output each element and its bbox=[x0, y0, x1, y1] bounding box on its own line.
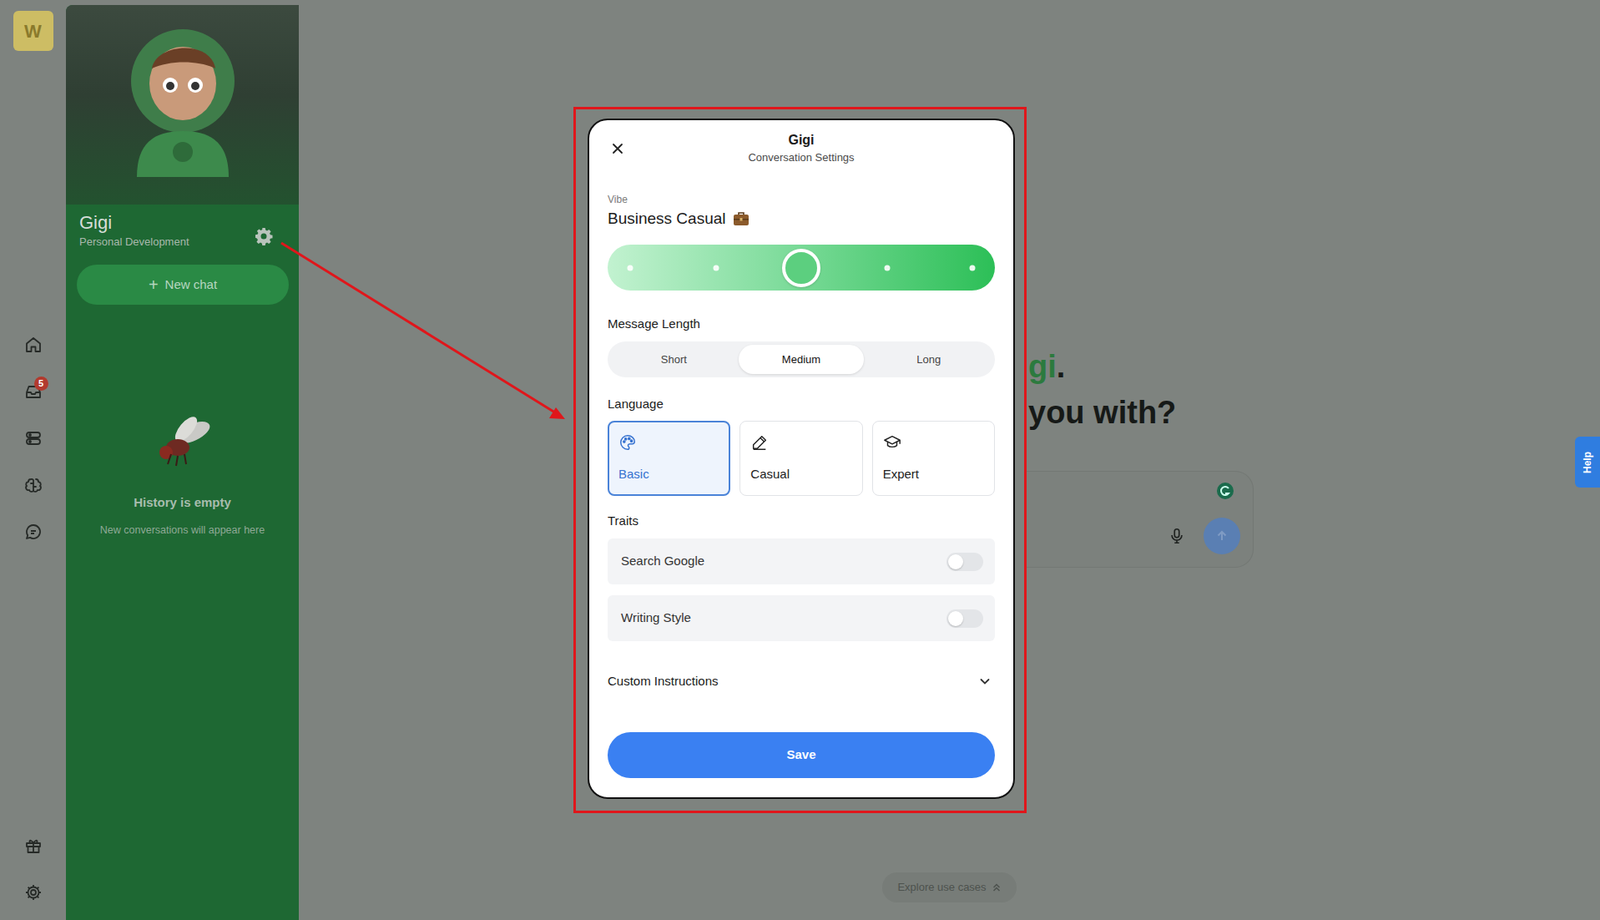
length-option[interactable]: Long bbox=[865, 344, 992, 374]
conversation-settings-dialog: Gigi Conversation Settings Vibe Business… bbox=[587, 118, 1015, 799]
assistant-sidebar: Gigi Personal Development + New chat His… bbox=[65, 5, 299, 920]
assistant-name: Gigi bbox=[79, 211, 190, 235]
trait-row: Writing Style bbox=[607, 595, 995, 642]
language-label: Language bbox=[607, 395, 995, 413]
switch-knob bbox=[948, 610, 964, 626]
vibe-value: Business Casual bbox=[607, 208, 995, 229]
inbox-badge: 5 bbox=[34, 376, 49, 391]
switch-knob bbox=[948, 554, 964, 570]
highlight-frame: Gigi Conversation Settings Vibe Business… bbox=[573, 106, 1027, 813]
home-icon[interactable] bbox=[16, 328, 51, 362]
new-chat-button[interactable]: + New chat bbox=[76, 264, 289, 305]
settings-gear-icon[interactable] bbox=[253, 226, 274, 247]
app-rail: W 5 bbox=[0, 0, 66, 920]
inbox-icon[interactable]: 5 bbox=[16, 374, 51, 409]
language-option-label: Expert bbox=[883, 465, 986, 483]
language-option[interactable]: Basic bbox=[607, 420, 731, 496]
language-option[interactable]: Expert bbox=[872, 420, 995, 496]
dialog-subtitle: Conversation Settings bbox=[641, 150, 962, 166]
save-button[interactable]: Save bbox=[607, 731, 995, 778]
language-selector: Basic Casual Expert bbox=[607, 420, 995, 496]
slider-stop bbox=[883, 264, 890, 271]
slider-thumb[interactable] bbox=[782, 248, 821, 288]
length-option[interactable]: Short bbox=[610, 344, 737, 374]
settings-gear-icon[interactable] bbox=[16, 875, 51, 909]
microphone-icon[interactable] bbox=[1167, 526, 1187, 546]
fly-icon bbox=[149, 413, 217, 473]
slider-stop bbox=[969, 264, 976, 271]
vibe-label: Vibe bbox=[607, 192, 995, 207]
custom-instructions-toggle[interactable]: Custom Instructions bbox=[607, 664, 995, 698]
trait-label: Search Google bbox=[620, 551, 705, 571]
history-empty-title: History is empty bbox=[65, 493, 299, 513]
arrow-up-icon bbox=[1215, 529, 1229, 543]
chat-icon[interactable] bbox=[16, 514, 51, 549]
vibe-slider[interactable] bbox=[607, 244, 995, 291]
history-empty-subtitle: New conversations will appear here bbox=[65, 522, 299, 539]
message-length-label: Message Length bbox=[607, 315, 995, 333]
slider-stop bbox=[712, 264, 719, 271]
brain-icon[interactable] bbox=[16, 468, 51, 502]
language-option[interactable]: Casual bbox=[739, 420, 863, 496]
message-length-selector: ShortMediumLong bbox=[607, 341, 995, 378]
apps-icon[interactable] bbox=[16, 421, 51, 455]
traits-label: Traits bbox=[607, 512, 995, 530]
explore-use-cases-button[interactable]: Explore use cases bbox=[882, 872, 1016, 903]
gift-icon[interactable] bbox=[16, 828, 51, 863]
briefcase-icon bbox=[732, 211, 750, 227]
length-option[interactable]: Medium bbox=[738, 344, 865, 374]
close-icon[interactable] bbox=[610, 141, 625, 156]
language-option-label: Casual bbox=[750, 465, 853, 483]
send-button[interactable] bbox=[1203, 517, 1241, 555]
grammar-icon[interactable] bbox=[1216, 481, 1235, 500]
avatar-image bbox=[65, 5, 299, 205]
double-chevron-up-icon bbox=[991, 882, 1002, 893]
trait-label: Writing Style bbox=[620, 608, 692, 628]
help-tab[interactable]: Help bbox=[1574, 436, 1600, 488]
chat-input[interactable] bbox=[1024, 470, 1254, 568]
workspace-logo[interactable]: W bbox=[13, 10, 54, 51]
palette-icon bbox=[618, 433, 637, 452]
language-option-label: Basic bbox=[618, 465, 722, 483]
slider-stop bbox=[627, 264, 634, 271]
graduation-cap-icon bbox=[883, 433, 902, 452]
trait-row: Search Google bbox=[607, 538, 995, 585]
assistant-category: Personal Development bbox=[79, 234, 190, 250]
chevron-down-icon bbox=[978, 674, 992, 688]
trait-switch[interactable] bbox=[946, 609, 984, 628]
pen-icon bbox=[750, 433, 769, 452]
dialog-title: Gigi bbox=[641, 131, 962, 149]
trait-switch[interactable] bbox=[946, 552, 984, 571]
traits-list: Search Google Writing Style bbox=[607, 538, 995, 642]
